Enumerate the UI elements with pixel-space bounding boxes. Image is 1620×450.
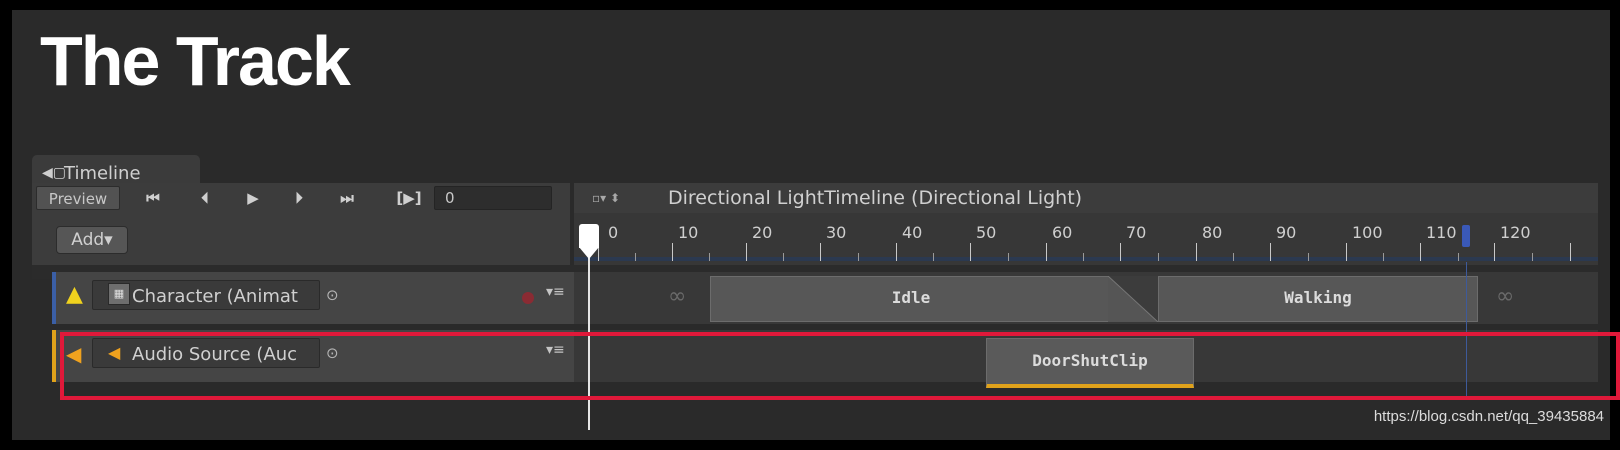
- tick-label: 20: [752, 223, 773, 242]
- target-icon[interactable]: ⊙: [326, 286, 339, 304]
- tick-mark: [1083, 253, 1084, 261]
- highlight-box: [60, 332, 1620, 400]
- infinity-icon: ∞: [1496, 284, 1515, 309]
- tick-mark: [1046, 243, 1047, 261]
- end-marker[interactable]: [1462, 225, 1470, 247]
- animator-icon: ▦: [108, 283, 130, 305]
- tick-mark: [1158, 253, 1159, 261]
- watermark: https://blog.csdn.net/qq_39435884: [1373, 408, 1604, 425]
- tab-label: Timeline: [64, 162, 141, 184]
- tick-mark: [1008, 253, 1009, 261]
- tick-mark: [858, 253, 859, 261]
- tick-label: 10: [678, 223, 699, 242]
- tick-mark: [746, 243, 747, 261]
- tick-mark: [970, 243, 971, 261]
- play-range-button[interactable]: [▶]: [392, 186, 426, 210]
- previous-frame-button[interactable]: ⏴: [188, 186, 222, 210]
- time-ruler[interactable]: 0 10 20 30 40 50 60 70 80 90 100 110 120: [574, 213, 1598, 265]
- tick-mark: [1494, 243, 1495, 261]
- tick-label: 110: [1426, 223, 1457, 242]
- tick-mark: [1196, 243, 1197, 261]
- track-lane-character[interactable]: ∞ Idle Walking ∞: [574, 272, 1598, 324]
- track-options-menu[interactable]: ▾≡: [546, 284, 565, 300]
- play-button[interactable]: ▶: [236, 186, 270, 210]
- tick-label: 30: [826, 223, 847, 242]
- tick-label: 100: [1352, 223, 1383, 242]
- add-track-button[interactable]: Add▾: [56, 226, 128, 254]
- tick-mark: [1233, 253, 1234, 261]
- tick-label: 40: [902, 223, 923, 242]
- tick-mark: [1458, 253, 1459, 261]
- next-frame-button[interactable]: ⏵: [282, 186, 316, 210]
- timeline-window-icon: ◀▢: [42, 165, 66, 181]
- tick-label: 80: [1202, 223, 1223, 242]
- tick-mark: [1383, 253, 1384, 261]
- clip-walking[interactable]: Walking: [1158, 276, 1478, 322]
- tick-label: 90: [1276, 223, 1297, 242]
- frame-input[interactable]: 0: [434, 186, 552, 210]
- timeline-selector-menu[interactable]: ▫▾ ⬍: [592, 186, 620, 210]
- tick-label: 60: [1052, 223, 1073, 242]
- tick-mark: [1270, 243, 1271, 261]
- tick-label: 50: [976, 223, 997, 242]
- tick-mark: [1120, 243, 1121, 261]
- slide-title: The Track: [40, 22, 351, 100]
- tick-mark: [635, 253, 636, 261]
- record-button[interactable]: [522, 292, 534, 304]
- tick-label: 0: [608, 223, 619, 242]
- clip-blend[interactable]: [1108, 276, 1158, 322]
- tick-mark: [783, 253, 784, 261]
- tick-mark: [709, 253, 710, 261]
- ruler-baseline: [574, 257, 1598, 261]
- toolbar-separator: [570, 183, 574, 213]
- warning-icon: ▲: [66, 282, 83, 307]
- clip-idle[interactable]: Idle: [710, 276, 1112, 322]
- tick-mark: [1570, 243, 1571, 261]
- binding-text: Character (Animat: [132, 286, 298, 307]
- go-to-start-button[interactable]: ⏮: [136, 186, 170, 210]
- tick-mark: [1420, 243, 1421, 261]
- playhead-handle[interactable]: [579, 224, 599, 248]
- timeline-name: Directional LightTimeline (Directional L…: [668, 187, 1083, 209]
- preview-button[interactable]: Preview: [36, 186, 120, 210]
- tick-mark: [672, 243, 673, 261]
- tick-label: 70: [1126, 223, 1147, 242]
- tick-mark: [896, 243, 897, 261]
- blend-curve: [1108, 276, 1158, 322]
- tick-mark: [1308, 253, 1309, 261]
- infinity-icon: ∞: [668, 284, 687, 309]
- tick-mark: [1532, 253, 1533, 261]
- track-list-header: Add▾: [32, 213, 570, 265]
- timeline-toolbar: Preview ⏮ ⏴ ▶ ⏵ ⏭ [▶] 0 ▫▾ ⬍ Directional…: [32, 183, 1598, 213]
- tick-mark: [820, 243, 821, 261]
- go-to-end-button[interactable]: ⏭: [330, 186, 364, 210]
- track-header-character[interactable]: ▲ ▦ Character (Animat ⊙ ▾≡: [52, 272, 574, 324]
- tick-mark: [933, 253, 934, 261]
- tick-mark: [1346, 243, 1347, 261]
- playhead-tip[interactable]: [579, 247, 599, 259]
- tick-label: 120: [1500, 223, 1531, 242]
